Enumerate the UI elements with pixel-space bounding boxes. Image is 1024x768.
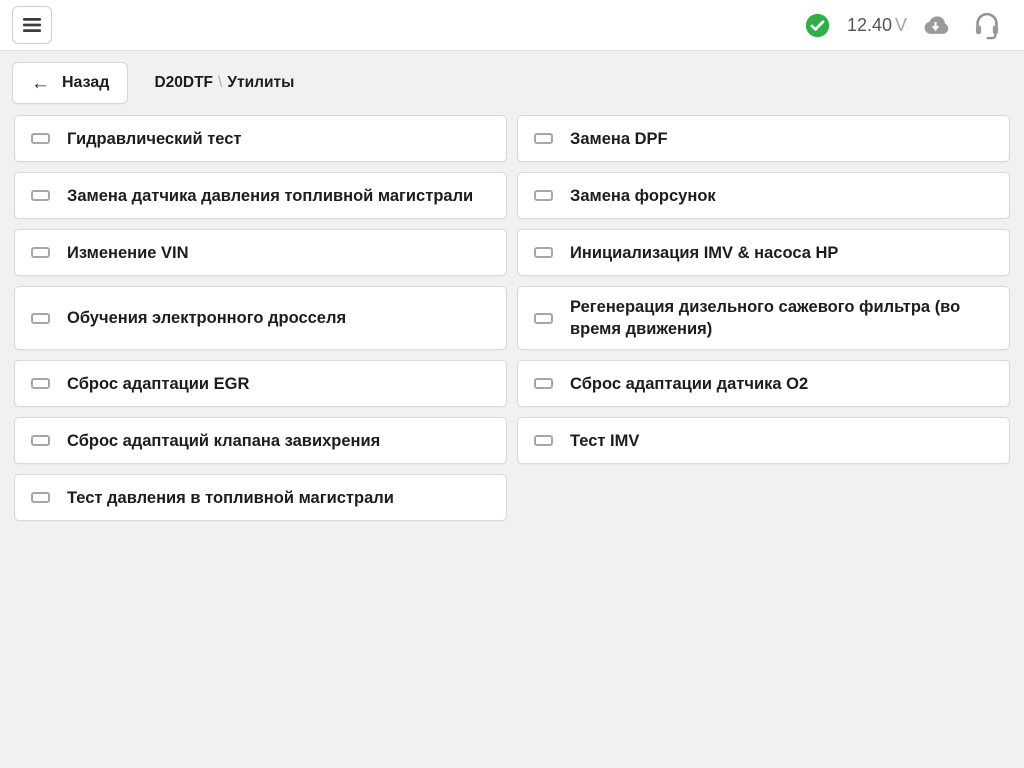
headset-icon[interactable]: [974, 11, 1000, 40]
nav-row: ← Назад D20DTF \ Утилиты: [0, 51, 1024, 115]
voltage-unit: V: [895, 15, 907, 35]
utility-label: Изменение VIN: [67, 242, 189, 264]
back-button[interactable]: ← Назад: [12, 62, 128, 104]
utility-label: Регенерация дизельного сажевого фильтра …: [570, 296, 980, 340]
utility-label: Сброс адаптации датчика O2: [570, 373, 808, 395]
module-icon: [534, 133, 553, 144]
utility-dpf-regeneration-while-driving[interactable]: Регенерация дизельного сажевого фильтра …: [517, 286, 1010, 350]
utility-swirl-valve-adaptation-reset[interactable]: Сброс адаптаций клапана завихрения: [14, 417, 507, 464]
utility-label: Тест IMV: [570, 430, 639, 452]
utility-label: Сброс адаптаций клапана завихрения: [67, 430, 380, 452]
module-icon: [534, 313, 553, 324]
utility-label: Замена датчика давления топливной магист…: [67, 185, 473, 207]
module-icon: [31, 313, 50, 324]
utility-injector-replacement[interactable]: Замена форсунок: [517, 172, 1010, 219]
utilities-grid: Гидравлический тест Замена DPF Замена да…: [0, 115, 1024, 521]
utility-label: Обучения электронного дросселя: [67, 307, 346, 329]
utility-label: Тест давления в топливной магистрали: [67, 487, 394, 509]
utility-o2-sensor-adaptation-reset[interactable]: Сброс адаптации датчика O2: [517, 360, 1010, 407]
breadcrumb: D20DTF \ Утилиты: [154, 74, 294, 92]
utility-electronic-throttle-learning[interactable]: Обучения электронного дросселя: [14, 286, 507, 350]
back-button-label: Назад: [62, 74, 109, 92]
hamburger-icon: [23, 18, 41, 32]
module-icon: [534, 190, 553, 201]
module-icon: [31, 435, 50, 446]
module-icon: [31, 378, 50, 389]
utility-vin-change[interactable]: Изменение VIN: [14, 229, 507, 276]
utility-hydraulic-test[interactable]: Гидравлический тест: [14, 115, 507, 162]
breadcrumb-parent: D20DTF: [154, 74, 213, 91]
module-icon: [31, 492, 50, 503]
utility-rail-pressure-test[interactable]: Тест давления в топливной магистрали: [14, 474, 507, 521]
utility-label: Сброс адаптации EGR: [67, 373, 249, 395]
utility-label: Замена DPF: [570, 128, 668, 150]
module-icon: [31, 133, 50, 144]
breadcrumb-current: Утилиты: [227, 74, 294, 91]
module-icon: [534, 378, 553, 389]
utility-imv-hp-pump-initialization[interactable]: Инициализация IMV & насоса HP: [517, 229, 1010, 276]
utility-label: Гидравлический тест: [67, 128, 242, 150]
voltage-value: 12.40: [847, 15, 892, 35]
module-icon: [534, 435, 553, 446]
utility-label: Замена форсунок: [570, 185, 716, 207]
arrow-left-icon: ←: [31, 74, 50, 93]
module-icon: [534, 247, 553, 258]
utility-dpf-replacement[interactable]: Замена DPF: [517, 115, 1010, 162]
module-icon: [31, 190, 50, 201]
topbar-status-area: 12.40V: [805, 11, 1000, 40]
utility-rail-pressure-sensor-replacement[interactable]: Замена датчика давления топливной магист…: [14, 172, 507, 219]
cloud-download-icon[interactable]: [920, 14, 951, 37]
topbar: 12.40V: [0, 0, 1024, 51]
check-circle-icon: [805, 13, 830, 38]
menu-button[interactable]: [12, 6, 52, 44]
utility-label: Инициализация IMV & насоса HP: [570, 242, 838, 264]
utility-egr-adaptation-reset[interactable]: Сброс адаптации EGR: [14, 360, 507, 407]
utility-imv-test[interactable]: Тест IMV: [517, 417, 1010, 464]
module-icon: [31, 247, 50, 258]
breadcrumb-separator: \: [218, 74, 222, 91]
battery-voltage: 12.40V: [847, 15, 907, 36]
